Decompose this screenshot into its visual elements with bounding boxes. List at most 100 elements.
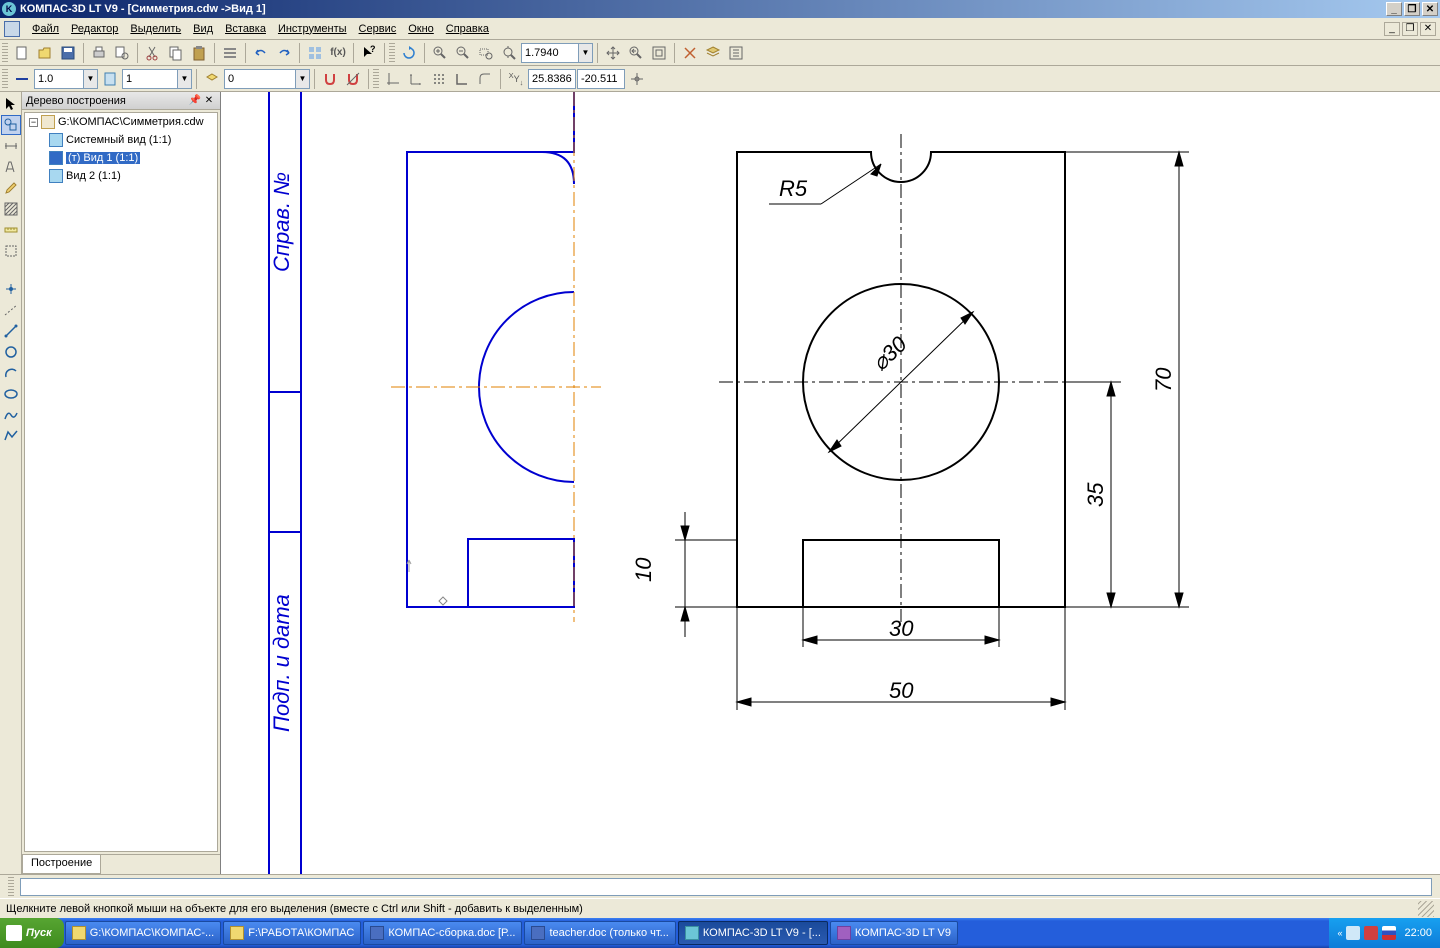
zoom-all-button[interactable]	[648, 42, 670, 64]
taskbar-item[interactable]: КОМПАС-3D LT V9	[830, 921, 958, 945]
toolbar-grip[interactable]	[8, 877, 14, 897]
line-style-button[interactable]	[11, 68, 33, 90]
refresh-button[interactable]	[398, 42, 420, 64]
tree-item[interactable]: Системный вид (1:1)	[25, 131, 217, 149]
cut-button[interactable]	[142, 42, 164, 64]
manager-button[interactable]	[304, 42, 326, 64]
mdi-close-button[interactable]: ✕	[1420, 22, 1436, 36]
pin-button[interactable]: 📌	[188, 94, 202, 108]
print-button[interactable]	[88, 42, 110, 64]
edit-tool-button[interactable]	[1, 178, 21, 198]
menu-tools[interactable]: Инструменты	[272, 21, 353, 37]
state-button-1[interactable]	[99, 68, 121, 90]
layer-combo[interactable]: ▼	[224, 69, 310, 89]
resize-grip[interactable]	[1418, 901, 1434, 917]
tool-btn-5[interactable]	[474, 68, 496, 90]
settings-button[interactable]	[725, 42, 747, 64]
tray-expand-icon[interactable]: «	[1337, 928, 1342, 938]
dropdown-icon[interactable]: ▼	[84, 69, 98, 89]
tray-icon[interactable]	[1346, 926, 1360, 940]
close-button[interactable]: ✕	[1422, 2, 1438, 16]
property-input[interactable]	[20, 878, 1432, 896]
menu-service[interactable]: Сервис	[353, 21, 403, 37]
zoom-level-input[interactable]	[521, 43, 579, 63]
toolbar-grip[interactable]	[389, 43, 395, 63]
measure-tool-button[interactable]	[1, 220, 21, 240]
zoom-level-combo[interactable]: ▼	[521, 43, 593, 63]
properties-button[interactable]	[219, 42, 241, 64]
taskbar-item[interactable]: teacher.doc (только чт...	[524, 921, 675, 945]
line-tool-button[interactable]	[1, 321, 21, 341]
line-width-input[interactable]	[34, 69, 84, 89]
tree-item[interactable]: (т) Вид 1 (1:1)	[25, 149, 217, 167]
tool-btn-2[interactable]	[405, 68, 427, 90]
tree-item[interactable]: Вид 2 (1:1)	[25, 167, 217, 185]
zoom-dynamic-button[interactable]	[498, 42, 520, 64]
menu-help[interactable]: Справка	[440, 21, 495, 37]
snap-on-button[interactable]	[319, 68, 341, 90]
drawing-canvas[interactable]: Справ. № Подп. и дата	[221, 92, 1440, 874]
zoom-in-button[interactable]	[429, 42, 451, 64]
taskbar-item[interactable]: КОМПАС-сборка.doc [Р...	[363, 921, 522, 945]
redo-button[interactable]	[273, 42, 295, 64]
toolbar-grip[interactable]	[2, 69, 8, 89]
tree-root[interactable]: − G:\КОМПАС\Симметрия.cdw	[25, 113, 217, 131]
collapse-icon[interactable]: −	[29, 118, 38, 127]
layer-input[interactable]	[224, 69, 296, 89]
spline-tool-button[interactable]	[1, 405, 21, 425]
x-coord-input[interactable]	[528, 69, 576, 89]
menu-view[interactable]: Вид	[187, 21, 219, 37]
taskbar-item[interactable]: F:\РАБОТА\КОМПАС	[223, 921, 361, 945]
dropdown-icon[interactable]: ▼	[178, 69, 192, 89]
aux-line-tool-button[interactable]	[1, 300, 21, 320]
tool-btn-4[interactable]	[451, 68, 473, 90]
preview-button[interactable]	[111, 42, 133, 64]
variables-button[interactable]: f(x)	[327, 42, 349, 64]
menu-window[interactable]: Окно	[402, 21, 440, 37]
doc-type-icon[interactable]	[4, 21, 20, 37]
menu-edit[interactable]: Редактор	[65, 21, 124, 37]
zoom-prev-button[interactable]	[625, 42, 647, 64]
coord-confirm-button[interactable]	[626, 68, 648, 90]
tray-clock[interactable]: 22:00	[1404, 927, 1432, 939]
help-cursor-button[interactable]: ?	[358, 42, 380, 64]
zoom-window-button[interactable]	[475, 42, 497, 64]
layer-icon-button[interactable]	[201, 68, 223, 90]
select-tool-button[interactable]	[1, 241, 21, 261]
line-width-combo[interactable]: ▼	[34, 69, 98, 89]
menu-select[interactable]: Выделить	[124, 21, 187, 37]
hatch-tool-button[interactable]	[1, 199, 21, 219]
arc-tool-button[interactable]	[1, 363, 21, 383]
snap-off-button[interactable]	[342, 68, 364, 90]
start-button[interactable]: Пуск	[0, 918, 64, 948]
tree-tab-build[interactable]: Построение	[22, 855, 101, 874]
taskbar-item[interactable]: G:\КОМПАС\КОМПАС-...	[65, 921, 221, 945]
toolbar-grip[interactable]	[373, 69, 379, 89]
dimension-tool-button[interactable]	[1, 136, 21, 156]
tree-body[interactable]: − G:\КОМПАС\Симметрия.cdw Системный вид …	[24, 112, 218, 852]
copy-button[interactable]	[165, 42, 187, 64]
minimize-button[interactable]: _	[1386, 2, 1402, 16]
layers-button[interactable]	[702, 42, 724, 64]
tree-close-button[interactable]: ✕	[202, 94, 216, 108]
ellipse-tool-button[interactable]	[1, 384, 21, 404]
menu-insert[interactable]: Вставка	[219, 21, 272, 37]
circle-tool-button[interactable]	[1, 342, 21, 362]
xy-label-button[interactable]: XY↓	[505, 68, 527, 90]
geometry-tool-button[interactable]	[1, 115, 21, 135]
tool-btn-3[interactable]	[428, 68, 450, 90]
toolbar-grip[interactable]	[2, 43, 8, 63]
menu-file[interactable]: Файл	[26, 21, 65, 37]
dropdown-icon[interactable]: ▼	[296, 69, 310, 89]
open-button[interactable]	[34, 42, 56, 64]
point-tool-button[interactable]	[1, 279, 21, 299]
tray-icon[interactable]	[1364, 926, 1378, 940]
mdi-restore-button[interactable]: ❐	[1402, 22, 1418, 36]
cursor-tool-button[interactable]	[1, 94, 21, 114]
restore-button[interactable]: ❐	[1404, 2, 1420, 16]
save-button[interactable]	[57, 42, 79, 64]
rebuild-button[interactable]	[679, 42, 701, 64]
paste-button[interactable]	[188, 42, 210, 64]
polyline-tool-button[interactable]	[1, 426, 21, 446]
taskbar-item[interactable]: КОМПАС-3D LT V9 - [...	[678, 921, 828, 945]
